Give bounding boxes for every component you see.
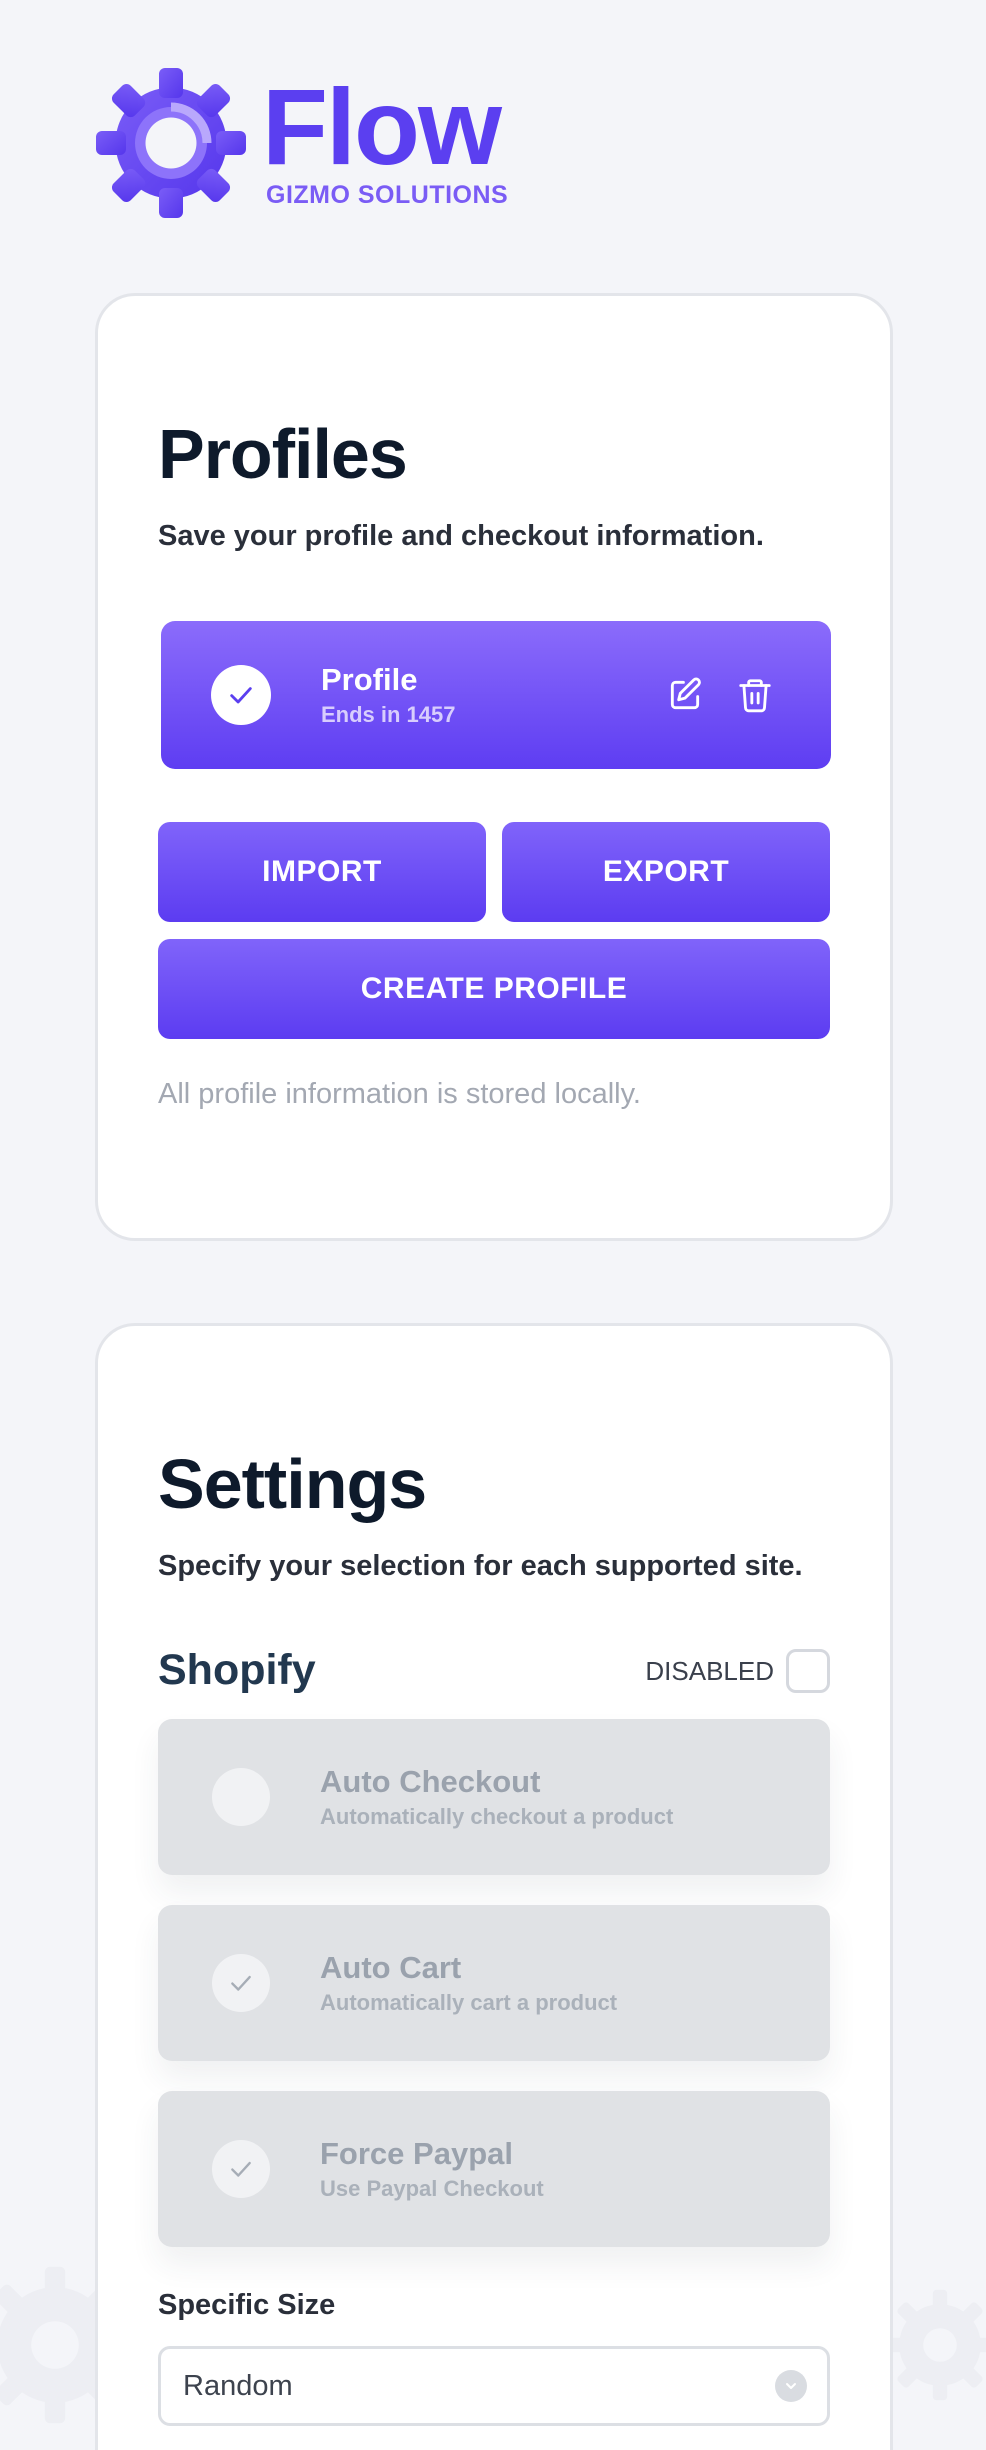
- background-gear-icon: [884, 2289, 986, 2401]
- trash-icon: [739, 679, 771, 713]
- storage-note: All profile information is stored locall…: [158, 1078, 641, 1110]
- option-title: Auto Checkout: [320, 1764, 541, 1799]
- settings-title: Settings: [158, 1445, 427, 1523]
- size-select[interactable]: Random: [158, 2346, 830, 2426]
- option-subtitle: Automatically cart a product: [320, 1990, 618, 2015]
- option-auto-cart[interactable]: Auto Cart Automatically cart a product: [158, 1905, 830, 2061]
- size-select-value: Random: [183, 2369, 293, 2402]
- site-label: Shopify: [158, 1646, 316, 1694]
- option-title: Auto Cart: [320, 1950, 462, 1985]
- create-profile-button[interactable]: CREATE PROFILE: [158, 939, 830, 1039]
- site-disabled-toggle[interactable]: DISABLED: [645, 1649, 830, 1693]
- profiles-subtitle: Save your profile and checkout informati…: [158, 520, 764, 552]
- import-button[interactable]: IMPORT: [158, 822, 486, 922]
- check-icon: [230, 687, 252, 704]
- size-label: Specific Size: [158, 2289, 336, 2321]
- profiles-title: Profiles: [158, 415, 408, 493]
- option-toggle[interactable]: [212, 1768, 270, 1826]
- brand-subtitle: GIZMO SOLUTIONS: [266, 180, 509, 209]
- edit-profile-button[interactable]: [663, 673, 707, 717]
- brand-name: Flow: [262, 65, 502, 187]
- profile-list-item[interactable]: Profile Ends in 1457: [161, 621, 831, 769]
- option-title: Force Paypal: [320, 2136, 513, 2171]
- check-icon: [231, 2161, 251, 2177]
- profile-name: Profile: [321, 662, 418, 697]
- option-toggle[interactable]: [212, 2140, 270, 2198]
- chevron-down-icon: [775, 2370, 807, 2402]
- settings-card: Settings Specify your selection for each…: [95, 1323, 893, 2450]
- settings-subtitle: Specify your selection for each supporte…: [158, 1550, 803, 1582]
- gear-icon: [96, 68, 246, 218]
- option-subtitle: Automatically checkout a product: [320, 1804, 674, 1829]
- profile-selected-indicator[interactable]: [211, 665, 271, 725]
- option-force-paypal[interactable]: Force Paypal Use Paypal Checkout: [158, 2091, 830, 2247]
- option-subtitle: Use Paypal Checkout: [320, 2176, 544, 2201]
- option-auto-checkout[interactable]: Auto Checkout Automatically checkout a p…: [158, 1719, 830, 1875]
- option-toggle[interactable]: [212, 1954, 270, 2012]
- profile-detail: Ends in 1457: [321, 702, 456, 727]
- disabled-checkbox[interactable]: [786, 1649, 830, 1693]
- check-icon: [231, 1975, 251, 1991]
- edit-icon: [670, 677, 701, 710]
- profiles-card: Profiles Save your profile and checkout …: [95, 293, 893, 1241]
- disabled-label: DISABLED: [645, 1655, 774, 1686]
- export-button[interactable]: EXPORT: [502, 822, 830, 922]
- brand-header: Flow GIZMO SOLUTIONS: [96, 68, 508, 218]
- delete-profile-button[interactable]: [733, 673, 777, 717]
